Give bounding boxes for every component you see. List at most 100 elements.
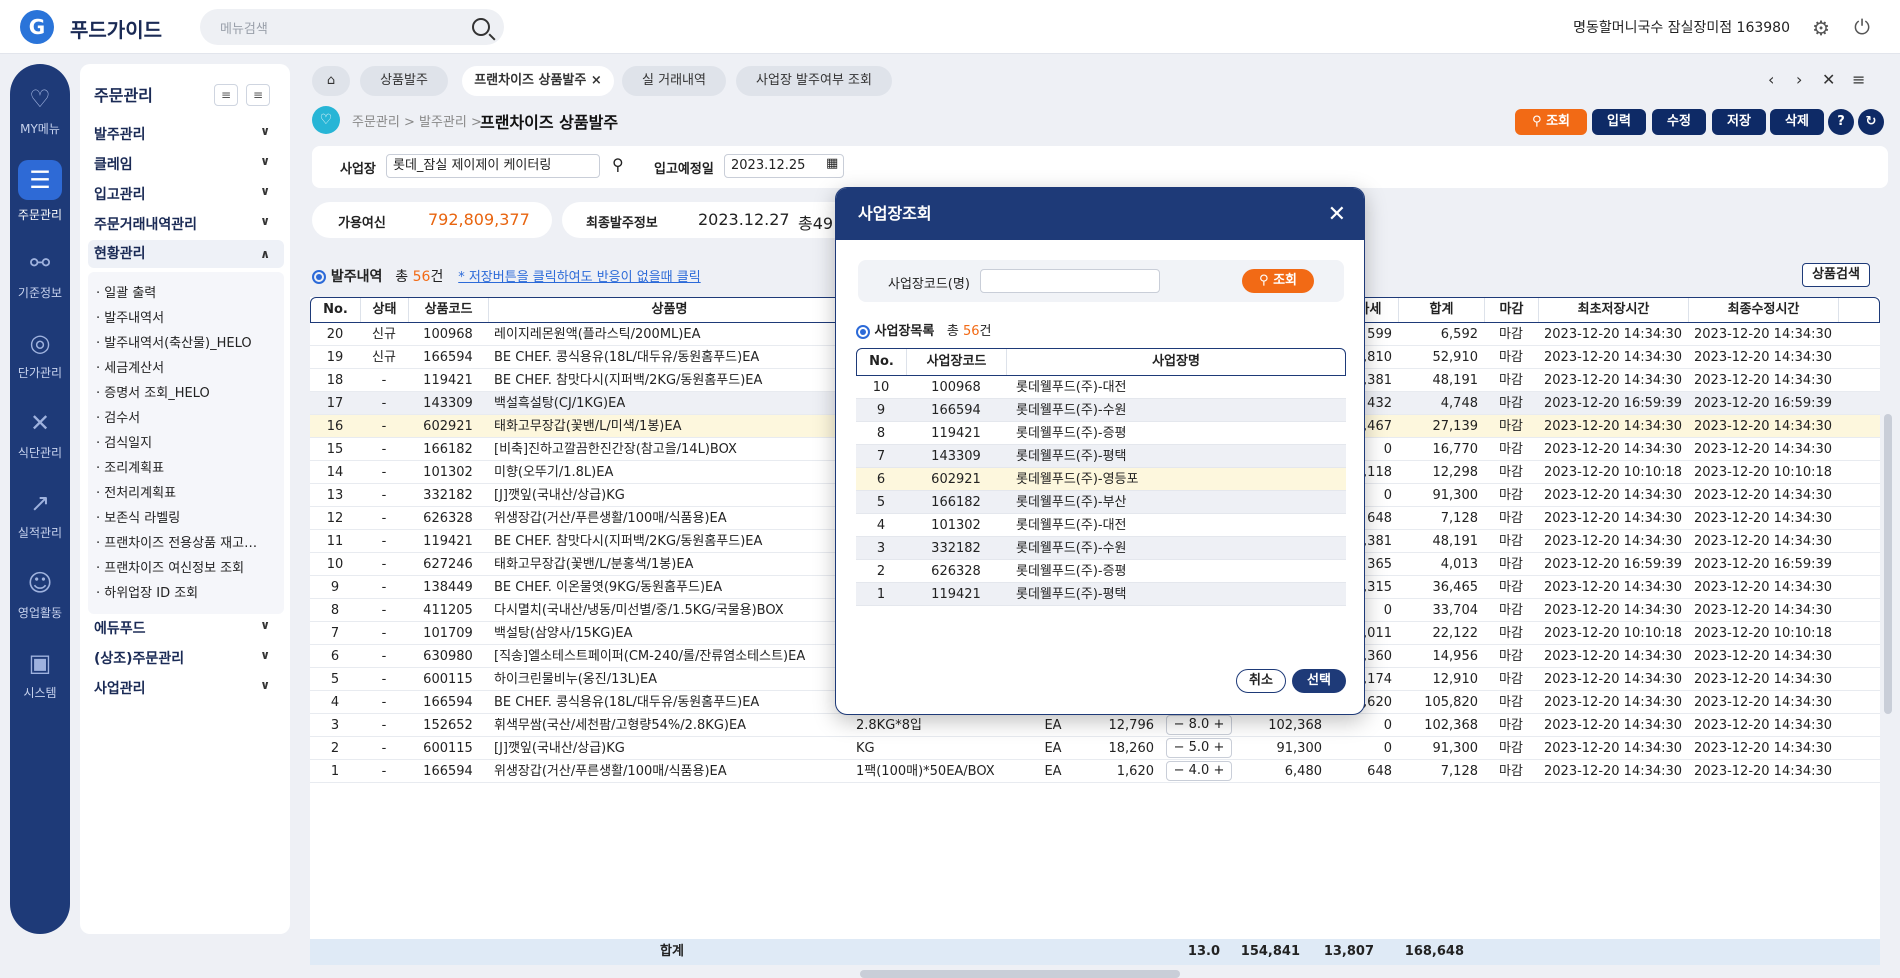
menu-business[interactable]: 사업관리 ∨ (94, 678, 284, 698)
menu-claim[interactable]: 클레임 ∨ (94, 154, 284, 174)
menu-edufood[interactable]: 에듀푸드 ∨ (94, 618, 284, 638)
submenu-item[interactable]: · 프랜차이즈 전용상품 재고관리 (96, 532, 266, 551)
site-row[interactable]: 1 119421 롯데웰푸드(주)-평택 (856, 583, 1346, 606)
tab-franchise-order[interactable]: 프랜차이즈 상품발주 × (462, 66, 614, 96)
rail-item-sales[interactable]: ☺ 영업활동 (10, 568, 70, 621)
calendar-icon[interactable]: ▦ (826, 156, 838, 171)
power-icon[interactable]: ⏻ (1854, 15, 1870, 39)
search-icon[interactable]: ⚲ (612, 155, 624, 174)
table-row[interactable]: 1 - 166594 위생장갑(거산/푸른생활/100매/식품용)EA 1팩(100매)… (310, 760, 1880, 783)
menu-status[interactable]: 현황관리 ∧ (88, 240, 284, 268)
submenu-item[interactable]: · 발주내역서 (96, 307, 286, 326)
grid-col-header[interactable]: 상태 (361, 298, 409, 322)
site-row[interactable]: 3 332182 롯데웰푸드(주)-수원 (856, 537, 1346, 560)
app-logo[interactable]: G (20, 10, 54, 44)
input-button[interactable]: 입력 (1592, 109, 1646, 135)
tab-product-order[interactable]: 상품발주 (360, 66, 448, 96)
site-row[interactable]: 9 166594 롯데웰푸드(주)-수원 (856, 399, 1346, 422)
chevron-right-icon[interactable]: › (1796, 70, 1802, 89)
minus-icon[interactable]: − (1174, 740, 1189, 755)
plus-icon[interactable]: + (1209, 717, 1224, 732)
rail-item-performance[interactable]: ↗ 실적관리 (10, 488, 70, 541)
site-code-input[interactable] (980, 269, 1160, 293)
site-row[interactable]: 8 119421 롯데웰푸드(주)-증평 (856, 422, 1346, 445)
site-row[interactable]: 5 166182 롯데웰푸드(주)-부산 (856, 491, 1346, 514)
expand-all-icon[interactable]: ≡ (246, 84, 270, 106)
radio-site-list[interactable] (856, 324, 870, 339)
product-search-button[interactable]: 상품검색 (1802, 263, 1870, 287)
col-site-name[interactable]: 사업장명 (1007, 349, 1345, 375)
rail-item-master[interactable]: ⚯ 기준정보 (10, 248, 70, 301)
close-icon[interactable]: × (591, 73, 602, 88)
site-row[interactable]: 6 602921 롯데웰푸드(주)-영등포 (856, 468, 1346, 491)
app-title[interactable]: 푸드가이드 (70, 14, 162, 43)
col-site-code[interactable]: 사업장코드 (907, 349, 1007, 375)
home-tab[interactable]: ⌂ (312, 66, 350, 96)
vertical-scrollbar[interactable] (1884, 414, 1892, 714)
minus-icon[interactable]: − (1174, 763, 1189, 778)
submenu-item[interactable]: · 조리계획표 (96, 457, 286, 476)
site-row[interactable]: 10 100968 롯데웰푸드(주)-대전 (856, 376, 1346, 399)
dialog-search-button[interactable]: ⚲ 조회 (1242, 269, 1314, 293)
rail-item-price[interactable]: ◎ 단가관리 (10, 328, 70, 381)
rail-item-my-menu[interactable]: ♡ MY메뉴 (10, 84, 70, 137)
cancel-button[interactable]: 취소 (1236, 669, 1286, 693)
quantity-stepper[interactable]: − 8.0 + (1166, 715, 1232, 735)
submenu-item[interactable]: · 검수서 (96, 407, 286, 426)
tab-transactions[interactable]: 실 거래내역 (622, 66, 726, 96)
grid-col-header[interactable]: 상품코드 (409, 298, 489, 322)
chevron-left-icon[interactable]: ‹ (1768, 70, 1774, 89)
tab-menu-icon[interactable]: ≡ (1852, 70, 1865, 89)
site-field[interactable]: 롯데_잠실 제이제이 케이터링 (386, 154, 600, 178)
search-icon[interactable] (472, 18, 490, 36)
close-all-icon[interactable]: ✕ (1822, 70, 1835, 89)
grid-col-header[interactable]: 최초저장시간 (1539, 298, 1689, 322)
horizontal-scrollbar[interactable] (860, 970, 1180, 978)
menu-order-history[interactable]: 주문거래내역관리 ∨ (94, 214, 284, 234)
rail-item-menu-plan[interactable]: ✕ 식단관리 (10, 408, 70, 461)
refresh-icon[interactable]: ↻ (1858, 109, 1884, 135)
plus-icon[interactable]: + (1209, 740, 1224, 755)
submenu-item[interactable]: · 일괄 출력 (96, 282, 286, 301)
submenu-item[interactable]: · 검식일지 (96, 432, 286, 451)
gear-icon[interactable]: ⚙ (1812, 16, 1830, 40)
grid-col-header[interactable]: No. (311, 298, 361, 322)
site-row[interactable]: 7 143309 롯데웰푸드(주)-평택 (856, 445, 1346, 468)
submenu-item[interactable]: · 발주내역서(축산물)_HELO (96, 332, 286, 351)
submenu-item[interactable]: · 전처리계획표 (96, 482, 286, 501)
grid-col-header[interactable]: 합계 (1399, 298, 1485, 322)
grid-col-header[interactable]: 마감 (1485, 298, 1539, 322)
site-row[interactable]: 4 101302 롯데웰푸드(주)-대전 (856, 514, 1346, 537)
tab-order-status[interactable]: 사업장 발주여부 조회 (736, 66, 892, 96)
table-row[interactable]: 2 - 600115 [J]깻잎(국내산/상급)KG KG EA 18,260 − 5.0 +… (310, 737, 1880, 760)
search-button[interactable]: ⚲ 조회 (1515, 109, 1587, 135)
submenu-item[interactable]: · 세금계산서 (96, 357, 286, 376)
col-no[interactable]: No. (857, 349, 907, 375)
submenu-item[interactable]: · 하위업장 ID 조회 (96, 582, 286, 601)
menu-sangjo-order[interactable]: (상조)주문관리 ∨ (94, 648, 284, 668)
rail-item-system[interactable]: ▣ 시스템 (10, 648, 70, 701)
table-row[interactable]: 3 - 152652 휘색무쌈(국산/세천팜/고형량54%/2.8KG)EA 2.8KG… (310, 714, 1880, 737)
submenu-item[interactable]: · 프랜차이즈 여신정보 조회 (96, 557, 286, 576)
radio-order-list[interactable] (312, 270, 326, 284)
no-response-link[interactable]: * 저장버튼을 클릭하여도 반응이 없을때 클릭 (458, 270, 700, 285)
menu-order-manage[interactable]: 발주관리 ∨ (94, 124, 284, 144)
submenu-item[interactable]: · 보존식 라벨링 (96, 507, 286, 526)
grid-col-header[interactable]: 상품명 (489, 298, 851, 322)
close-icon[interactable]: ✕ (1328, 202, 1346, 227)
edit-button[interactable]: 수정 (1652, 109, 1706, 135)
minus-icon[interactable]: − (1174, 717, 1189, 732)
delete-button[interactable]: 삭제 (1770, 109, 1824, 135)
submenu-item[interactable]: · 증명서 조회_HELO (96, 382, 286, 401)
site-row[interactable]: 2 626328 롯데웰푸드(주)-증평 (856, 560, 1346, 583)
save-button[interactable]: 저장 (1712, 109, 1766, 135)
grid-col-header[interactable]: 최종수정시간 (1689, 298, 1839, 322)
help-button[interactable]: ? (1828, 109, 1854, 135)
select-button[interactable]: 선택 (1292, 669, 1346, 693)
quantity-stepper[interactable]: − 4.0 + (1166, 761, 1232, 781)
plus-icon[interactable]: + (1209, 763, 1224, 778)
menu-receiving[interactable]: 입고관리 ∨ (94, 184, 284, 204)
menu-search-input[interactable]: 메뉴검색 (200, 9, 504, 45)
quantity-stepper[interactable]: − 5.0 + (1166, 738, 1232, 758)
collapse-all-icon[interactable]: ≡ (214, 84, 238, 106)
